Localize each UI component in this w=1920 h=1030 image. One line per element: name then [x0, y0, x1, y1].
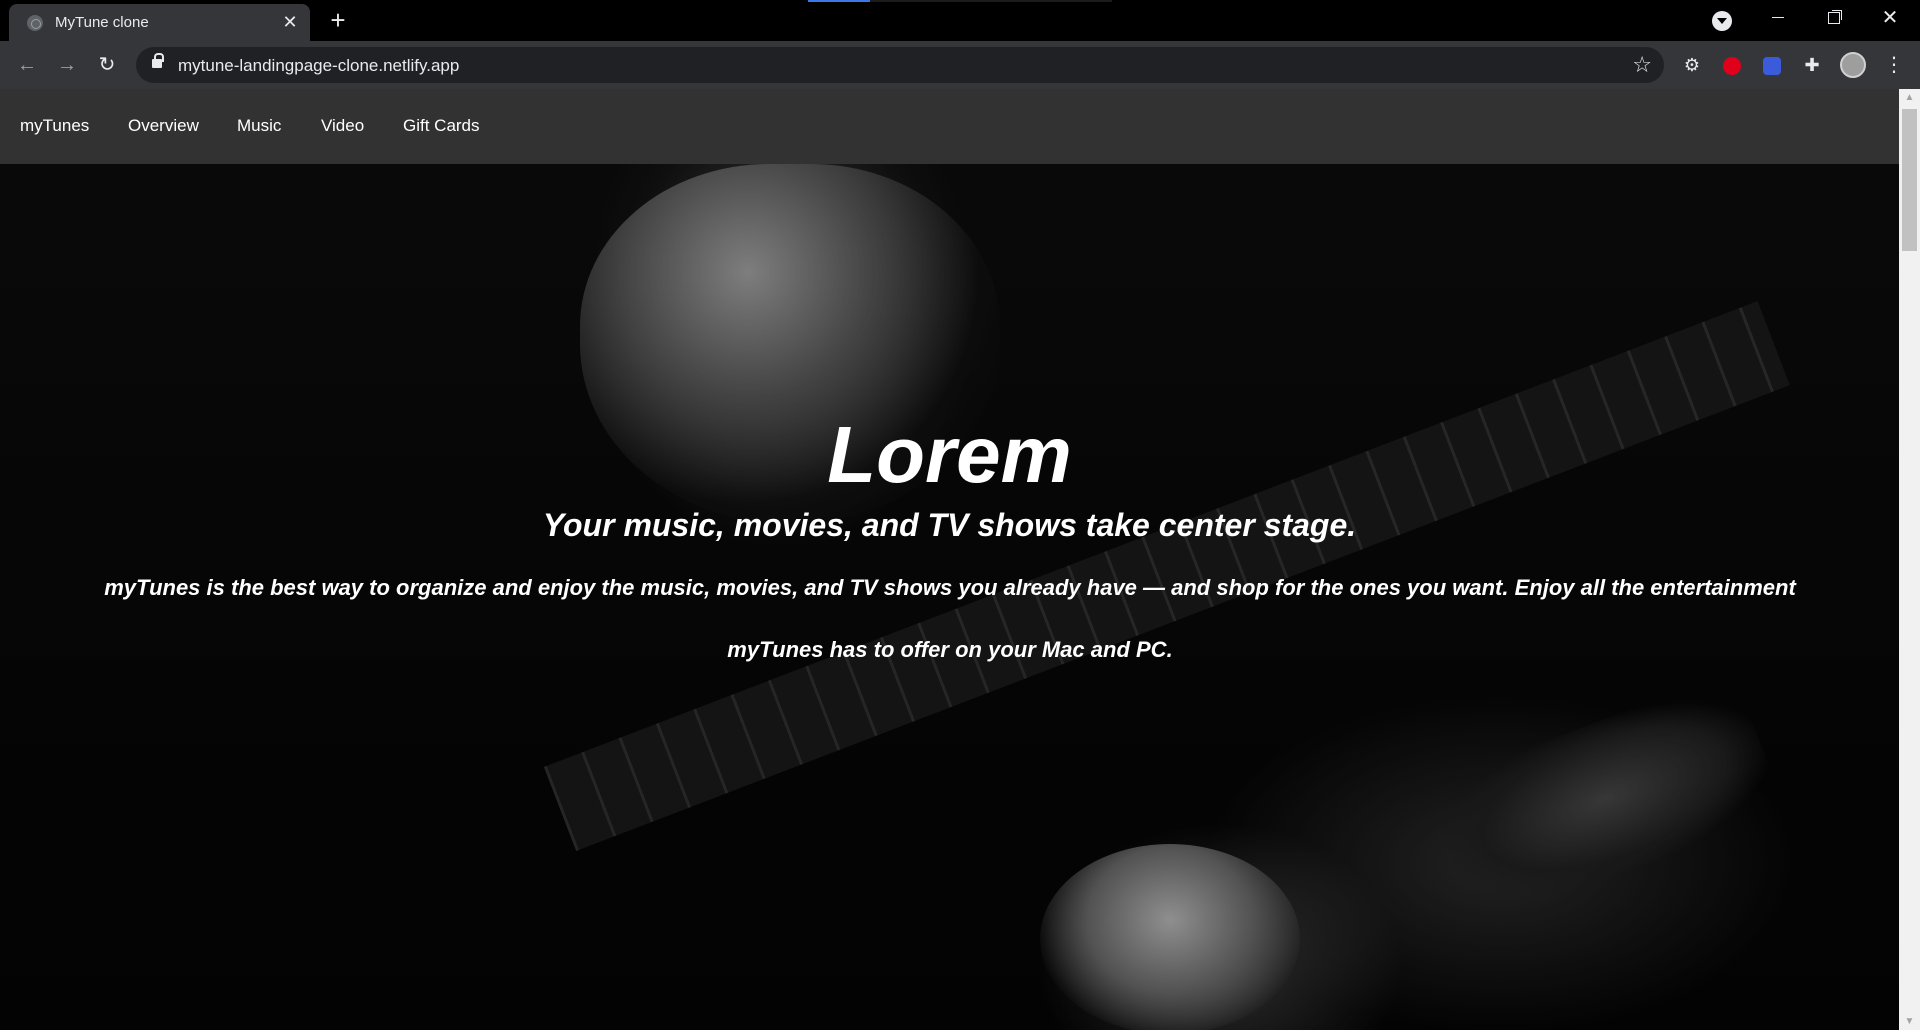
extension-blue-icon[interactable]: [1760, 53, 1784, 77]
browser-toolbar: ← → ↻ mytune-landingpage-clone.netlify.a…: [0, 41, 1920, 89]
extension-red-icon[interactable]: [1720, 53, 1744, 77]
forward-button[interactable]: →: [53, 51, 81, 79]
globe-icon: [27, 15, 43, 31]
nav-brand-link[interactable]: myTunes: [20, 116, 89, 136]
extensions-puzzle-icon[interactable]: ✚: [1800, 53, 1824, 77]
scroll-down-arrow-icon[interactable]: ▼: [1899, 1013, 1920, 1030]
close-tab-icon[interactable]: ✕: [280, 12, 300, 32]
tab-search-icon[interactable]: [1712, 11, 1732, 31]
page-viewport: myTunes Overview Music Video Gift Cards …: [0, 89, 1920, 1030]
nav-item-overview[interactable]: Overview: [128, 116, 199, 136]
maximize-button[interactable]: [1806, 0, 1862, 36]
scroll-up-arrow-icon[interactable]: ▲: [1899, 89, 1920, 106]
back-button[interactable]: ←: [13, 51, 41, 79]
browser-menu-icon[interactable]: ⋮: [1884, 53, 1904, 77]
address-bar[interactable]: mytune-landingpage-clone.netlify.app ☆: [136, 47, 1664, 83]
new-tab-button[interactable]: +: [326, 7, 350, 33]
hero-description: myTunes is the best way to organize and …: [104, 575, 1796, 662]
page-scrollbar[interactable]: ▲ ▼: [1899, 89, 1920, 1030]
restore-icon: [1828, 11, 1840, 24]
nav-item-gift-cards[interactable]: Gift Cards: [403, 116, 480, 136]
extension-gear-icon[interactable]: ⚙: [1680, 53, 1704, 77]
profile-avatar[interactable]: [1840, 52, 1866, 78]
minimize-icon: [1772, 17, 1784, 19]
scrollbar-thumb[interactable]: [1902, 109, 1917, 251]
nav-item-video[interactable]: Video: [321, 116, 364, 136]
browser-tab-active[interactable]: MyTune clone ✕: [9, 4, 310, 41]
hero-section: Lorem Your music, movies, and TV shows t…: [0, 164, 1899, 1030]
tab-loading-indicator: [808, 0, 1112, 2]
browser-titlebar: MyTune clone ✕ + ✕: [0, 0, 1920, 41]
nav-item-music[interactable]: Music: [237, 116, 281, 136]
lock-icon[interactable]: [152, 53, 164, 68]
tab-title: MyTune clone: [55, 14, 149, 31]
url-text[interactable]: mytune-landingpage-clone.netlify.app: [178, 56, 459, 76]
hero-subtitle: Your music, movies, and TV shows take ce…: [542, 507, 1357, 543]
site-navbar: myTunes Overview Music Video Gift Cards: [0, 89, 1899, 164]
hero-text-block: Lorem Your music, movies, and TV shows t…: [0, 164, 1899, 1030]
close-window-button[interactable]: ✕: [1862, 0, 1918, 36]
minimize-button[interactable]: [1750, 0, 1806, 36]
bookmark-star-icon[interactable]: ☆: [1632, 52, 1652, 78]
reload-button[interactable]: ↻: [93, 51, 121, 79]
hero-title: Lorem: [827, 410, 1072, 499]
